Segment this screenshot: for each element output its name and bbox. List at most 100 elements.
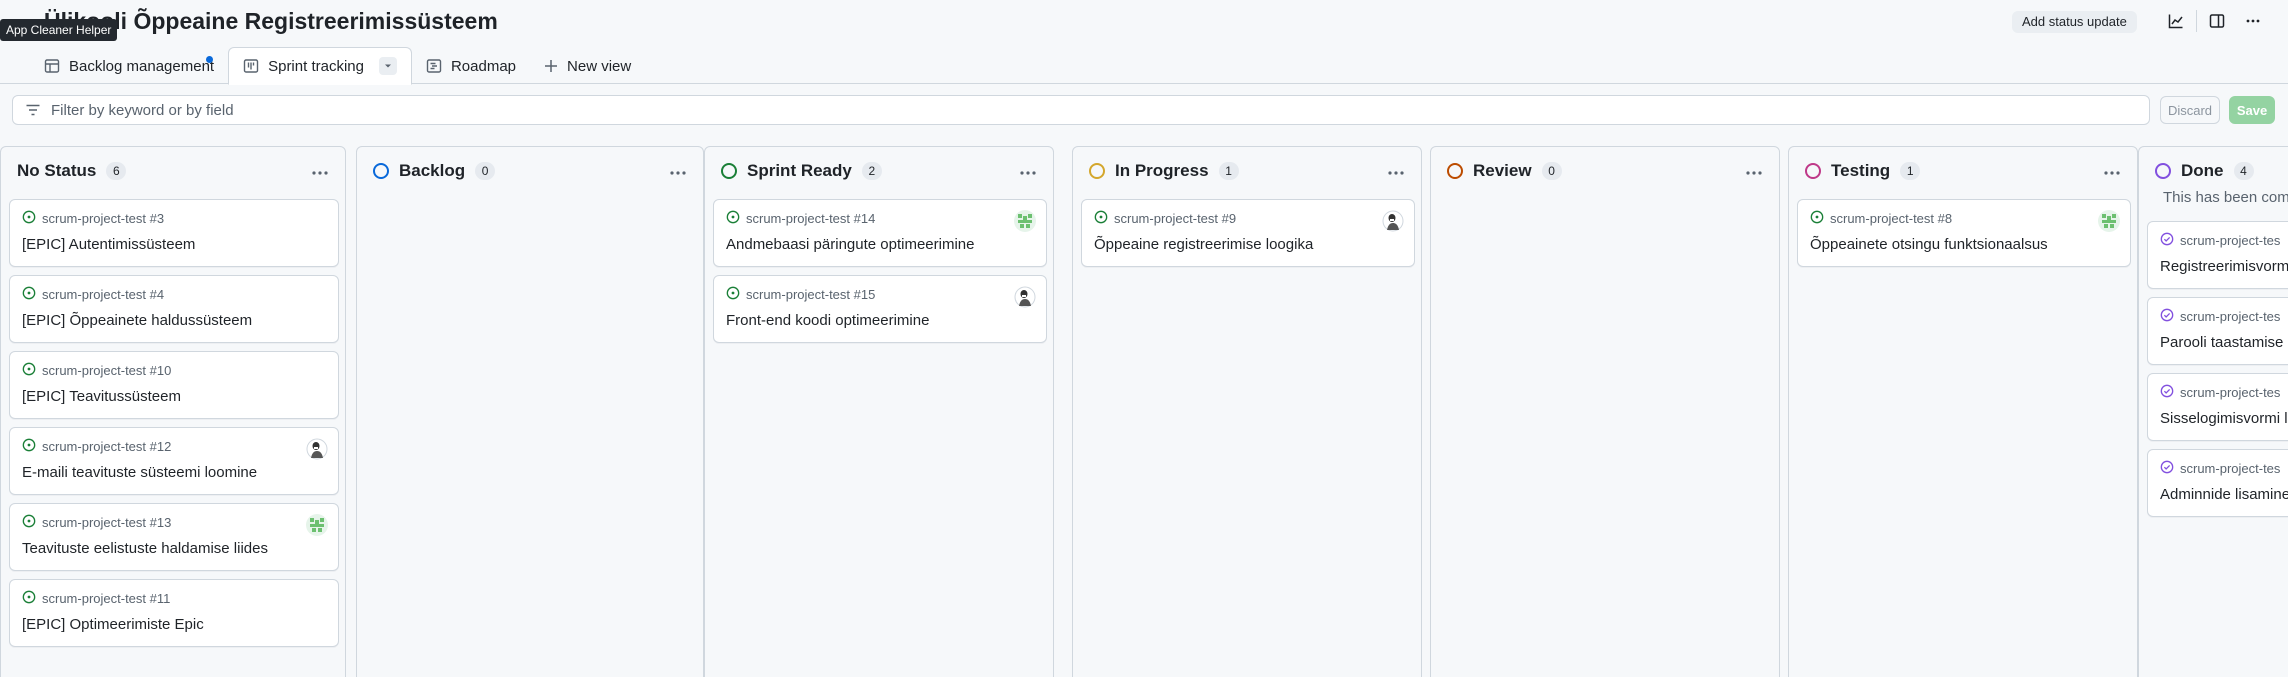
issue-title[interactable]: Front-end koodi optimeerimine [726,312,929,329]
issue-ref-text[interactable]: scrum-project-test #3 [42,211,164,226]
issue-open-icon [22,286,36,303]
issue-ref-text[interactable]: scrum-project-test #8 [1830,211,1952,226]
issue-card[interactable]: scrum-project-tes Sisselogimisvormi l [2147,373,2288,441]
issue-closed-icon [2160,308,2174,325]
column-header: Review 0 [1431,147,1779,195]
column-count-badge: 4 [2233,162,2254,180]
issue-ref-text[interactable]: scrum-project-test #9 [1114,211,1236,226]
issue-title[interactable]: Teavituste eelistuste haldamise liides [22,540,268,557]
insights-icon[interactable] [2160,6,2192,36]
board: No Status 6 scrum-project-test #3 [EPIC] Au… [0,146,2288,677]
column-header: In Progress 1 [1073,147,1421,195]
issue-ref-text[interactable]: scrum-project-tes [2180,385,2280,400]
issue-open-icon [1810,210,1824,227]
column-title: Done [2181,161,2224,180]
column-header: Testing 1 [1789,147,2137,195]
issue-closed-icon [2160,232,2174,249]
add-status-update-button[interactable]: Add status update [2012,11,2137,33]
issue-open-icon [22,362,36,379]
column-title: Review [1473,161,1532,180]
issue-reference: scrum-project-tes [2160,460,2280,477]
kebab-menu-icon[interactable] [2237,6,2269,36]
issue-ref-text[interactable]: scrum-project-test #14 [746,211,875,226]
status-circle-icon [1447,163,1463,179]
column-header: Backlog 0 [357,147,703,195]
issue-title[interactable]: Õppeainete otsingu funktsionaalsus [1810,236,2048,253]
avatar[interactable] [2098,210,2120,232]
column-menu-icon[interactable] [2103,161,2121,179]
filter-input[interactable]: Filter by keyword or by field [12,95,2150,125]
issue-ref-text[interactable]: scrum-project-test #13 [42,515,171,530]
issue-card[interactable]: scrum-project-test #14 Andmebaasi päringu… [713,199,1047,267]
issue-title[interactable]: Sisselogimisvormi l [2160,410,2288,427]
status-circle-icon [373,163,389,179]
issue-reference: scrum-project-tes [2160,232,2280,249]
issue-card[interactable]: scrum-project-test #10 [EPIC] Teavitussüs… [9,351,339,419]
column-menu-icon[interactable] [1745,161,1763,179]
status-circle-icon [721,163,737,179]
issue-title[interactable]: Registreerimisvorm [2160,258,2288,275]
issue-card[interactable]: scrum-project-test #13 Teavituste eelistu… [9,503,339,571]
tab-roadmap[interactable]: Roadmap [412,48,530,84]
issue-card[interactable]: scrum-project-tes Adminnide lisamine [2147,449,2288,517]
issue-title[interactable]: Andmebaasi päringute optimeerimine [726,236,974,253]
issue-title[interactable]: [EPIC] Õppeainete haldussüsteem [22,312,252,329]
avatar[interactable] [306,438,328,460]
column-review: Review 0 [1430,146,1780,677]
issue-reference: scrum-project-test #3 [22,210,164,227]
issue-card[interactable]: scrum-project-test #11 [EPIC] Optimeerimi… [9,579,339,647]
side-panel-icon[interactable] [2201,6,2233,36]
issue-title[interactable]: Adminnide lisamine [2160,486,2288,503]
issue-reference: scrum-project-test #8 [1810,210,1952,227]
column-menu-icon[interactable] [1019,161,1037,179]
issue-card[interactable]: scrum-project-test #4 [EPIC] Õppeainete h… [9,275,339,343]
discard-button[interactable]: Discard [2160,96,2220,124]
issue-card[interactable]: scrum-project-test #9 Õppeaine registreer… [1081,199,1415,267]
issue-title[interactable]: [EPIC] Optimeerimiste Epic [22,616,204,633]
column-title: Testing [1831,161,1891,180]
issue-title[interactable]: E-maili teavituste süsteemi loomine [22,464,257,481]
issue-open-icon [22,438,36,455]
avatar[interactable] [1014,210,1036,232]
issue-reference: scrum-project-tes [2160,308,2280,325]
issue-title[interactable]: Parooli taastamise [2160,334,2283,351]
avatar[interactable] [1014,286,1036,308]
save-button[interactable]: Save [2229,96,2275,124]
chevron-down-icon[interactable] [378,57,397,75]
issue-card[interactable]: scrum-project-tes Parooli taastamise [2147,297,2288,365]
column-title: Sprint Ready [747,161,852,180]
issue-ref-text[interactable]: scrum-project-test #10 [42,363,171,378]
column-header: Done 4 [2139,147,2288,195]
avatar[interactable] [306,514,328,536]
tab-backlog-management[interactable]: Backlog management [30,48,228,84]
column-menu-icon[interactable] [311,161,329,179]
issue-card[interactable]: scrum-project-test #15 Front-end koodi op… [713,275,1047,343]
issue-title[interactable]: Õppeaine registreerimise loogika [1094,236,1313,253]
issue-title[interactable]: [EPIC] Autentimissüsteem [22,236,195,253]
tab-new-view[interactable]: New view [530,48,645,84]
tab-sprint-tracking[interactable]: Sprint tracking [228,47,412,85]
issue-card[interactable]: scrum-project-tes Registreerimisvorm [2147,221,2288,289]
avatar[interactable] [1382,210,1404,232]
issue-ref-text[interactable]: scrum-project-test #4 [42,287,164,302]
tab-label: Roadmap [450,57,517,75]
roadmap-icon [426,59,442,73]
issue-card[interactable]: scrum-project-test #3 [EPIC] Autentimissü… [9,199,339,267]
issue-ref-text[interactable]: scrum-project-tes [2180,461,2280,476]
column-count-badge: 0 [1541,162,1562,180]
column-count-badge: 1 [1218,162,1239,180]
issue-ref-text[interactable]: scrum-project-tes [2180,309,2280,324]
issue-title[interactable]: [EPIC] Teavitussüsteem [22,388,181,405]
column-menu-icon[interactable] [1387,161,1405,179]
column-menu-icon[interactable] [669,161,687,179]
tab-label: Backlog management [69,57,215,75]
column-description: This has been comp [2163,189,2288,206]
issue-card[interactable]: scrum-project-test #8 Õppeainete otsingu … [1797,199,2131,267]
issue-ref-text[interactable]: scrum-project-tes [2180,233,2280,248]
column-no-status: No Status 6 scrum-project-test #3 [EPIC] Au… [0,146,346,677]
issue-ref-text[interactable]: scrum-project-test #15 [746,287,875,302]
issue-card[interactable]: scrum-project-test #12 E-maili teavituste… [9,427,339,495]
issue-ref-text[interactable]: scrum-project-test #11 [42,591,170,606]
issue-ref-text[interactable]: scrum-project-test #12 [42,439,171,454]
issue-open-icon [726,210,740,227]
